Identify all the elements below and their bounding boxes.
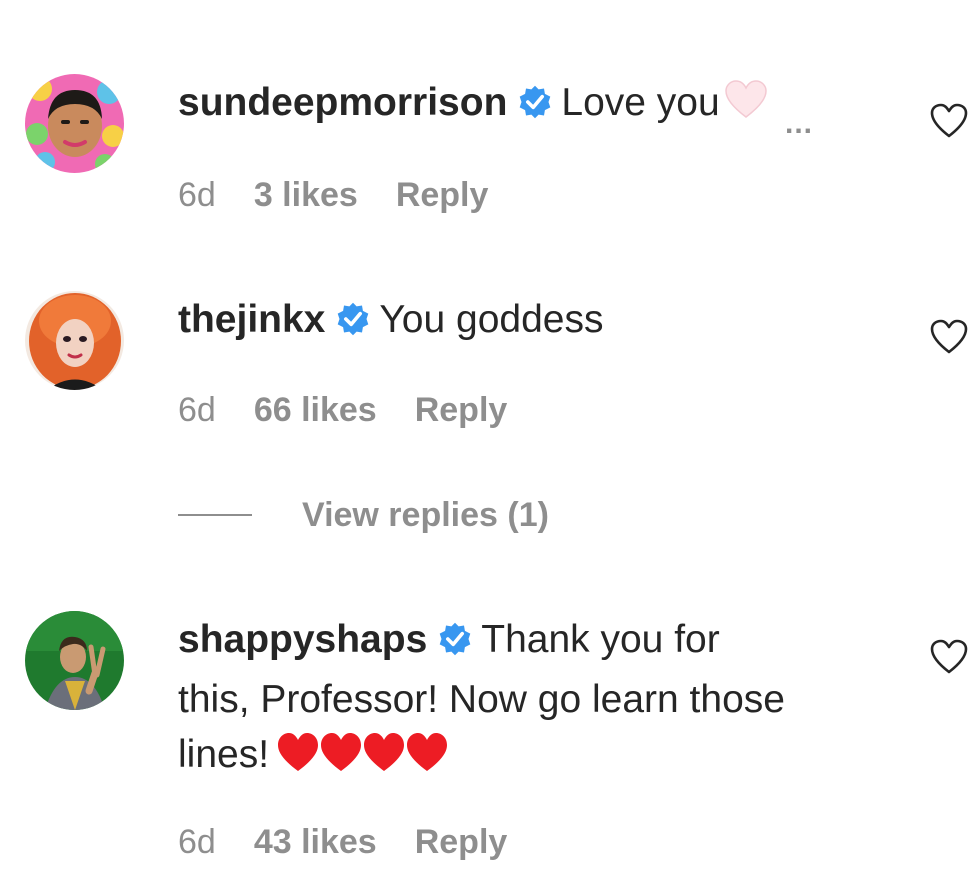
timestamp[interactable]: 6d <box>178 176 216 214</box>
like-heart-icon[interactable] <box>928 637 970 677</box>
comment-text: Love you <box>561 81 720 124</box>
white-heart-emoji-icon <box>724 79 768 134</box>
comment-meta: 6d 3 likes Reply <box>178 175 488 215</box>
red-hearts-emoji-icon <box>277 731 449 788</box>
like-heart-icon[interactable] <box>928 317 970 357</box>
verified-badge-icon <box>335 297 371 352</box>
like-heart-icon[interactable] <box>928 101 970 141</box>
avatar[interactable] <box>25 291 124 390</box>
username[interactable]: sundeepmorrison <box>178 81 507 124</box>
likes-count[interactable]: 3 likes <box>254 176 358 214</box>
view-replies-button[interactable]: View replies (1) <box>302 493 549 537</box>
likes-count[interactable]: 66 likes <box>254 391 377 429</box>
verified-badge-icon <box>437 617 473 672</box>
avatar[interactable] <box>25 74 124 173</box>
avatar-cartoon-face-icon <box>25 74 124 173</box>
verified-badge-icon <box>517 80 553 135</box>
comment-text: lines! <box>178 733 270 776</box>
comment-body: thejinkx You goddess <box>178 292 898 352</box>
comment-body: shappyshaps Thank you for this, Professor… <box>178 612 898 788</box>
avatar-peace-sign-portrait-icon <box>25 611 124 710</box>
comment-meta: 6d 43 likes Reply <box>178 822 507 862</box>
likes-count[interactable]: 43 likes <box>254 823 377 861</box>
avatar-red-hair-portrait-icon <box>25 291 124 390</box>
timestamp[interactable]: 6d <box>178 823 216 861</box>
comment-meta: 6d 66 likes Reply <box>178 390 507 430</box>
username[interactable]: shappyshaps <box>178 618 427 661</box>
comment-text: You goddess <box>379 298 604 341</box>
reply-button[interactable]: Reply <box>415 391 508 429</box>
comment-text: this, Professor! Now go learn those <box>178 678 785 721</box>
comment-text: Thank you for <box>481 618 720 661</box>
timestamp[interactable]: 6d <box>178 391 216 429</box>
more-button[interactable]: ... <box>785 107 813 141</box>
username[interactable]: thejinkx <box>178 298 325 341</box>
reply-button[interactable]: Reply <box>396 176 489 214</box>
reply-button[interactable]: Reply <box>415 823 508 861</box>
avatar[interactable] <box>25 611 124 710</box>
replies-divider <box>178 514 252 516</box>
